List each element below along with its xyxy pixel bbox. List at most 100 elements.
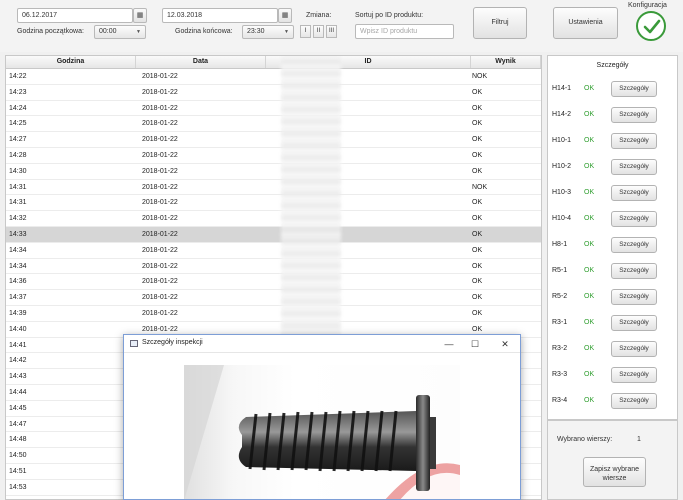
details-button[interactable]: Szczegóły	[611, 211, 657, 227]
row-time: 14:31	[9, 183, 27, 191]
dialog-titlebar[interactable]: Szczegóły inspekcji — ☐ ✕	[124, 335, 520, 353]
details-button[interactable]: Szczegóły	[611, 159, 657, 175]
details-title: Szczegóły	[596, 62, 629, 69]
row-result: OK	[472, 215, 483, 223]
details-row: H10-3 OK Szczegóły	[548, 185, 677, 203]
shift-iii-toggle[interactable]: III	[326, 25, 337, 38]
row-time: 14:32	[9, 215, 27, 223]
details-button[interactable]: Szczegóły	[611, 237, 657, 253]
details-row: R5-2 OK Szczegóły	[548, 289, 677, 307]
details-button[interactable]: Szczegóły	[611, 341, 657, 357]
inspection-point-status: OK	[584, 241, 595, 248]
table-row[interactable]: 14:24 2018-01-22 OK	[6, 101, 541, 117]
row-date: 2018-01-22	[142, 199, 178, 207]
row-time: 14:34	[9, 262, 27, 270]
row-time: 14:47	[9, 420, 27, 428]
details-row: H14-2 OK Szczegóły	[548, 107, 677, 125]
save-selected-rows-button[interactable]: Zapisz wybrane wiersze	[583, 457, 646, 487]
table-row[interactable]: 14:36 2018-01-22 OK	[6, 274, 541, 291]
row-time: 14:30	[9, 167, 27, 175]
row-time: 14:51	[9, 467, 27, 475]
column-header-time[interactable]: Godzina	[6, 56, 136, 68]
inspection-point-id: H14-1	[552, 85, 572, 92]
selected-rows-count: 1	[637, 436, 641, 443]
table-row[interactable]: 14:33 2018-01-22 OK	[6, 226, 541, 243]
close-icon[interactable]: ✕	[498, 337, 512, 351]
chevron-down-icon: ▼	[136, 29, 141, 35]
inspection-point-id: H8-1	[552, 241, 568, 248]
row-time: 14:42	[9, 357, 27, 365]
row-result: OK	[472, 167, 483, 175]
table-row[interactable]: 14:37 2018-01-22 OK	[6, 290, 541, 306]
inspection-point-status: OK	[584, 85, 595, 92]
details-button[interactable]: Szczegóły	[611, 367, 657, 383]
inspection-point-status: OK	[584, 371, 595, 378]
details-row: H10-4 OK Szczegóły	[548, 211, 677, 229]
table-row[interactable]: 14:34 2018-01-22 OK	[6, 259, 541, 275]
details-button[interactable]: Szczegóły	[611, 107, 657, 123]
inspection-point-status: OK	[584, 189, 595, 196]
table-row[interactable]: 14:32 2018-01-22 OK	[6, 211, 541, 227]
row-result: OK	[472, 151, 483, 159]
details-button[interactable]: Szczegóły	[611, 263, 657, 279]
row-time: 14:36	[9, 278, 27, 286]
filter-button[interactable]: Filtruj	[473, 7, 527, 39]
end-hour-value: 23:30	[247, 28, 265, 35]
table-row[interactable]: 14:34 2018-01-22 OK	[6, 243, 541, 259]
row-time: 14:45	[9, 404, 27, 412]
table-row[interactable]: 14:39 2018-01-22 OK	[6, 306, 541, 322]
save-button-line-2: wiersze	[602, 475, 627, 482]
settings-button[interactable]: Ustawienia	[553, 7, 618, 39]
date-from-field[interactable]: 06.12.2017	[17, 8, 133, 23]
start-hour-value: 00:00	[99, 28, 117, 35]
product-id-search-input[interactable]: Wpisz ID produktu	[355, 24, 454, 39]
details-row: R5-1 OK Szczegóły	[548, 263, 677, 281]
details-row: R3-2 OK Szczegóły	[548, 341, 677, 359]
inspection-point-id: R3-2	[552, 345, 568, 352]
inspection-point-status: OK	[584, 137, 595, 144]
row-date: 2018-01-22	[142, 88, 178, 96]
column-header-date[interactable]: Data	[136, 56, 266, 68]
row-result: OK	[472, 246, 483, 254]
maximize-icon[interactable]: ☐	[468, 337, 482, 351]
inspection-point-id: H10-2	[552, 163, 572, 170]
inspection-point-id: R3-3	[552, 371, 568, 378]
calendar-icon[interactable]: ▦	[278, 8, 292, 23]
row-date: 2018-01-22	[142, 120, 178, 128]
details-button[interactable]: Szczegóły	[611, 81, 657, 97]
table-row[interactable]: 14:31 2018-01-22 NOK	[6, 180, 541, 196]
row-time: 14:40	[9, 325, 27, 333]
end-hour-select[interactable]: 23:30 ▼	[242, 25, 294, 39]
details-button[interactable]: Szczegóły	[611, 289, 657, 305]
table-row[interactable]: 14:25 2018-01-22 OK	[6, 116, 541, 133]
details-button[interactable]: Szczegóły	[611, 133, 657, 149]
details-button[interactable]: Szczegóły	[611, 315, 657, 331]
minimize-icon[interactable]: —	[442, 337, 456, 351]
row-time: 14:24	[9, 104, 27, 112]
table-row[interactable]: 14:30 2018-01-22 OK	[6, 164, 541, 180]
date-to-field[interactable]: 12.03.2018	[162, 8, 278, 23]
row-time: 14:25	[9, 120, 27, 128]
window-icon	[130, 340, 138, 347]
configuration-status-check-icon[interactable]	[636, 11, 666, 41]
shift-i-toggle[interactable]: I	[300, 25, 311, 38]
calendar-icon[interactable]: ▦	[133, 8, 147, 23]
details-button[interactable]: Szczegóły	[611, 185, 657, 201]
table-row[interactable]: 14:23 2018-01-22 OK	[6, 85, 541, 101]
row-date: 2018-01-22	[142, 136, 178, 144]
details-button[interactable]: Szczegóły	[611, 393, 657, 409]
start-hour-select[interactable]: 00:00 ▼	[94, 25, 146, 39]
selection-panel: Wybrano wierszy: 1 Zapisz wybrane wiersz…	[547, 420, 678, 500]
row-time: 14:33	[9, 230, 27, 238]
table-row[interactable]: 14:31 2018-01-22 OK	[6, 195, 541, 212]
table-row[interactable]: 14:27 2018-01-22 OK	[6, 132, 541, 148]
table-row[interactable]: 14:28 2018-01-22 OK	[6, 148, 541, 164]
inspection-point-id: H14-2	[552, 111, 572, 118]
inspection-point-status: OK	[584, 319, 595, 326]
table-row[interactable]: 14:22 2018-01-22 NOK	[6, 69, 541, 85]
column-header-result[interactable]: Wynik	[471, 56, 541, 68]
inspection-point-status: OK	[584, 267, 595, 274]
inspection-point-id: R5-2	[552, 293, 568, 300]
shift-ii-toggle[interactable]: II	[313, 25, 324, 38]
inspection-point-id: R3-1	[552, 319, 568, 326]
